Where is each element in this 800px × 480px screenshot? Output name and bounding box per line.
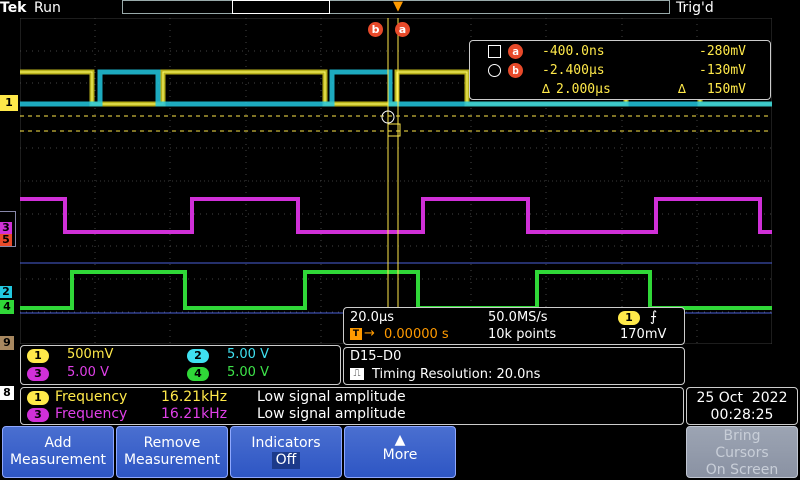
measurement-type: Frequency [55, 406, 128, 422]
sample-rate: 50.0MS/s [488, 310, 548, 325]
indicators-label: Indicators [251, 435, 321, 451]
bring-cursors-on-screen-button[interactable]: Bring Cursors On Screen [686, 426, 798, 478]
cursor-a-time: -400.0ns [542, 44, 605, 59]
cursor-readout: a -400.0ns -280mV b -2.400µs -130mV ∆ 2.… [469, 40, 771, 100]
remove-measurement-line1: Remove [143, 435, 201, 451]
more-label: More [382, 447, 418, 463]
ch9-marker[interactable]: 9 [0, 336, 14, 350]
remove-measurement-button[interactable]: Remove Measurement [116, 426, 228, 478]
measurement-value: 16.21kHz [161, 389, 228, 405]
cursor-delta-time: 2.000µs [556, 82, 611, 97]
ch1-ground-marker[interactable]: 1 [0, 95, 18, 111]
status-bar: Tek Run ▼ Trig'd [0, 0, 800, 18]
measurement-row[interactable]: 1 Frequency 16.21kHz Low signal amplitud… [21, 389, 683, 407]
horizontal-scale: 20.0µs [350, 310, 394, 325]
record-view-window[interactable] [232, 0, 330, 14]
ch8-marker[interactable]: 8 [0, 386, 14, 400]
cursor-a-marker[interactable]: a [395, 22, 410, 37]
add-measurement-line1: Add [44, 435, 72, 451]
ch1-badge[interactable]: 1 [27, 349, 49, 363]
softkey-bar: Add Measurement Remove Measurement Indic… [0, 426, 800, 480]
add-measurement-line2: Measurement [9, 452, 107, 468]
ch1-scale: 500mV [67, 347, 114, 362]
cursor-a-badge: a [508, 44, 523, 59]
ch5-ground-marker[interactable]: 5 [0, 234, 12, 246]
chevron-up-icon: ▲ [394, 432, 406, 448]
timing-resolution: Timing Resolution: 20.0ns [372, 367, 541, 382]
timing-icon: ⎍ [350, 368, 364, 380]
cursor-b-circle-icon [488, 64, 501, 77]
ch3-badge[interactable]: 3 [27, 367, 49, 381]
ch2-scale: 5.00 V [227, 347, 269, 362]
cursor-a-square-icon [488, 45, 501, 58]
indicators-value: Off [271, 452, 301, 469]
cursor-b-value: -130mV [699, 63, 746, 78]
trigger-position-icon: T [350, 328, 362, 340]
measurement-ch1-badge: 1 [27, 391, 49, 405]
cursor-b-marker[interactable]: b [368, 22, 383, 37]
ch3-scale: 5.00 V [67, 365, 109, 380]
ch2-badge[interactable]: 2 [187, 349, 209, 363]
ch4-scale: 5.00 V [227, 365, 269, 380]
bring-cursors-line2: Cursors [715, 445, 769, 461]
horizontal-trigger-panel[interactable]: 20.0µs 50.0MS/s 1 ⨍ T → 0.00000 s 10k po… [343, 307, 685, 345]
measurement-ch3-badge: 3 [27, 408, 49, 422]
remove-measurement-line2: Measurement [123, 452, 221, 468]
ch4-badge[interactable]: 4 [187, 367, 209, 381]
measurement-note: Low signal amplitude [257, 406, 406, 422]
date-time-display: 25 Oct 2022 00:28:25 [686, 387, 798, 425]
vertical-scales-panel[interactable]: 1 500mV 2 5.00 V 3 5.00 V 4 5.00 V [20, 345, 341, 385]
cursor-delta-value: 150mV [706, 82, 746, 97]
trigger-state: Trig'd [676, 0, 714, 16]
ch2-ground-marker[interactable]: 2 [0, 286, 12, 298]
run-state: Run [34, 0, 61, 16]
brand-logo: Tek [0, 0, 27, 16]
delta-time-symbol: ∆ [542, 82, 550, 97]
record-length: 10k points [488, 327, 557, 342]
bring-cursors-line1: Bring [723, 428, 761, 444]
delta-value-symbol: ∆ [678, 82, 686, 97]
digital-group-label: D15–D0 [350, 349, 402, 364]
measurement-type: Frequency [55, 389, 128, 405]
rising-edge-icon: ⨍ [650, 309, 658, 325]
delay-arrow-icon: → [364, 326, 375, 341]
digital-channels-panel[interactable]: D15–D0 ⎍ Timing Resolution: 20.0ns [343, 347, 685, 385]
measurement-value: 16.21kHz [161, 406, 228, 422]
measurement-note: Low signal amplitude [257, 389, 406, 405]
cursor-b-time: -2.400µs [542, 63, 605, 78]
cursor-a-value: -280mV [699, 44, 746, 59]
trigger-level: 170mV [620, 327, 667, 342]
trigger-channel-badge: 1 [618, 311, 640, 325]
indicators-button[interactable]: Indicators Off [230, 426, 342, 478]
date-label: 25 Oct 2022 [696, 390, 788, 406]
measurement-panel[interactable]: 1 Frequency 16.21kHz Low signal amplitud… [20, 387, 684, 425]
more-button[interactable]: ▲ More [344, 426, 456, 478]
horizontal-delay: 0.00000 s [384, 327, 449, 342]
time-label: 00:28:25 [710, 407, 774, 423]
cursor-b-badge: b [508, 63, 523, 78]
measurement-row[interactable]: 3 Frequency 16.21kHz Low signal amplitud… [21, 406, 683, 424]
bring-cursors-line3: On Screen [705, 462, 779, 478]
ch4-ground-marker[interactable]: 4 [0, 300, 14, 314]
trigger-position-icon: ▼ [393, 0, 403, 14]
add-measurement-button[interactable]: Add Measurement [2, 426, 114, 478]
